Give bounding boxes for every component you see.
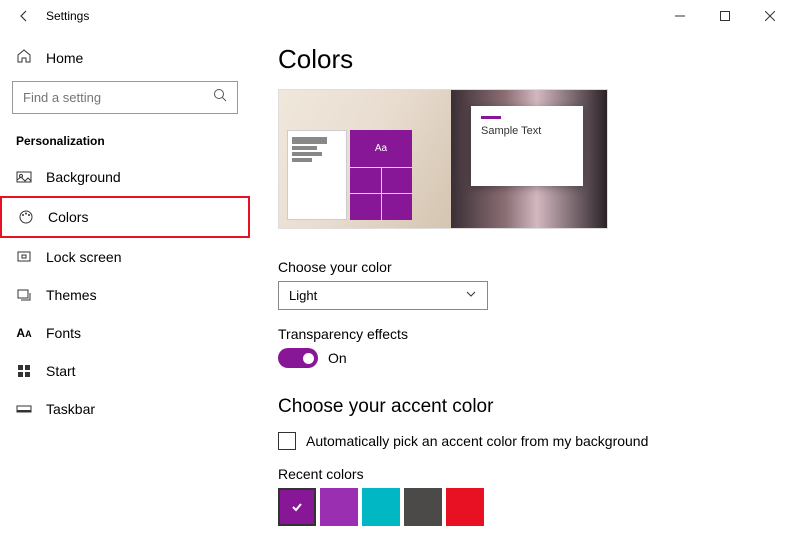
picture-icon: [16, 169, 32, 185]
page-title: Colors: [278, 44, 772, 75]
nav-label: Themes: [46, 287, 97, 303]
sidebar: Home Personalization Background Colors L: [0, 32, 250, 536]
sidebar-item-themes[interactable]: Themes: [0, 276, 250, 314]
nav-label: Colors: [48, 209, 88, 225]
home-icon: [16, 48, 32, 67]
body: Home Personalization Background Colors L: [0, 32, 800, 536]
preview-pane: Aa Sample Text: [278, 89, 608, 229]
home-label: Home: [46, 50, 83, 66]
search-field[interactable]: [23, 90, 213, 105]
window-controls: [657, 0, 792, 32]
window-title: Settings: [46, 9, 89, 23]
preview-tiles: Aa: [350, 130, 412, 220]
recent-colors: [278, 488, 772, 526]
search-icon: [213, 88, 227, 107]
category-label: Personalization: [0, 120, 250, 158]
nav-label: Start: [46, 363, 76, 379]
themes-icon: [16, 287, 32, 303]
sidebar-item-start[interactable]: Start: [0, 352, 250, 390]
transparency-toggle[interactable]: [278, 348, 318, 368]
transparency-row: On: [278, 348, 772, 368]
sidebar-item-fonts[interactable]: AA Fonts: [0, 314, 250, 352]
nav-label: Lock screen: [46, 249, 121, 265]
tile-aa: Aa: [350, 130, 412, 167]
auto-pick-label: Automatically pick an accent color from …: [306, 433, 648, 449]
sidebar-item-colors[interactable]: Colors: [0, 196, 250, 238]
sidebar-item-taskbar[interactable]: Taskbar: [0, 390, 250, 428]
choose-color-label: Choose your color: [278, 259, 772, 275]
preview-photo: Sample Text: [451, 90, 607, 228]
close-button[interactable]: [747, 0, 792, 32]
swatch-2[interactable]: [362, 488, 400, 526]
nav-label: Fonts: [46, 325, 81, 341]
sample-card: Sample Text: [471, 106, 583, 186]
maximize-button[interactable]: [702, 0, 747, 32]
lock-icon: [16, 249, 32, 265]
transparency-state: On: [328, 350, 347, 366]
home-nav[interactable]: Home: [0, 40, 250, 75]
select-value: Light: [289, 288, 317, 303]
swatch-0[interactable]: [278, 488, 316, 526]
sidebar-item-lockscreen[interactable]: Lock screen: [0, 238, 250, 276]
swatch-3[interactable]: [404, 488, 442, 526]
swatch-1[interactable]: [320, 488, 358, 526]
chevron-down-icon: [465, 288, 477, 303]
sample-accent: [481, 116, 501, 119]
auto-pick-row[interactable]: Automatically pick an accent color from …: [278, 432, 772, 450]
taskbar-icon: [16, 401, 32, 417]
check-icon: [290, 500, 304, 514]
auto-pick-checkbox[interactable]: [278, 432, 296, 450]
fonts-icon: AA: [16, 326, 32, 340]
minimize-button[interactable]: [657, 0, 702, 32]
search-input[interactable]: [12, 81, 238, 114]
preview-desktop: Aa: [279, 90, 451, 228]
sidebar-item-background[interactable]: Background: [0, 158, 250, 196]
preview-window: [287, 130, 347, 220]
choose-color-select[interactable]: Light: [278, 281, 488, 310]
sample-text: Sample Text: [481, 125, 573, 137]
settings-window: Settings Home Personalization: [0, 0, 800, 536]
palette-icon: [18, 209, 34, 225]
content: Colors Aa: [250, 32, 800, 536]
nav-label: Taskbar: [46, 401, 95, 417]
nav-label: Background: [46, 169, 121, 185]
transparency-label: Transparency effects: [278, 326, 772, 342]
swatch-4[interactable]: [446, 488, 484, 526]
titlebar: Settings: [0, 0, 800, 32]
accent-title: Choose your accent color: [278, 396, 772, 418]
recent-colors-label: Recent colors: [278, 466, 772, 482]
back-button[interactable]: [8, 0, 40, 32]
search-wrap: [0, 75, 250, 120]
start-icon: [16, 363, 32, 379]
